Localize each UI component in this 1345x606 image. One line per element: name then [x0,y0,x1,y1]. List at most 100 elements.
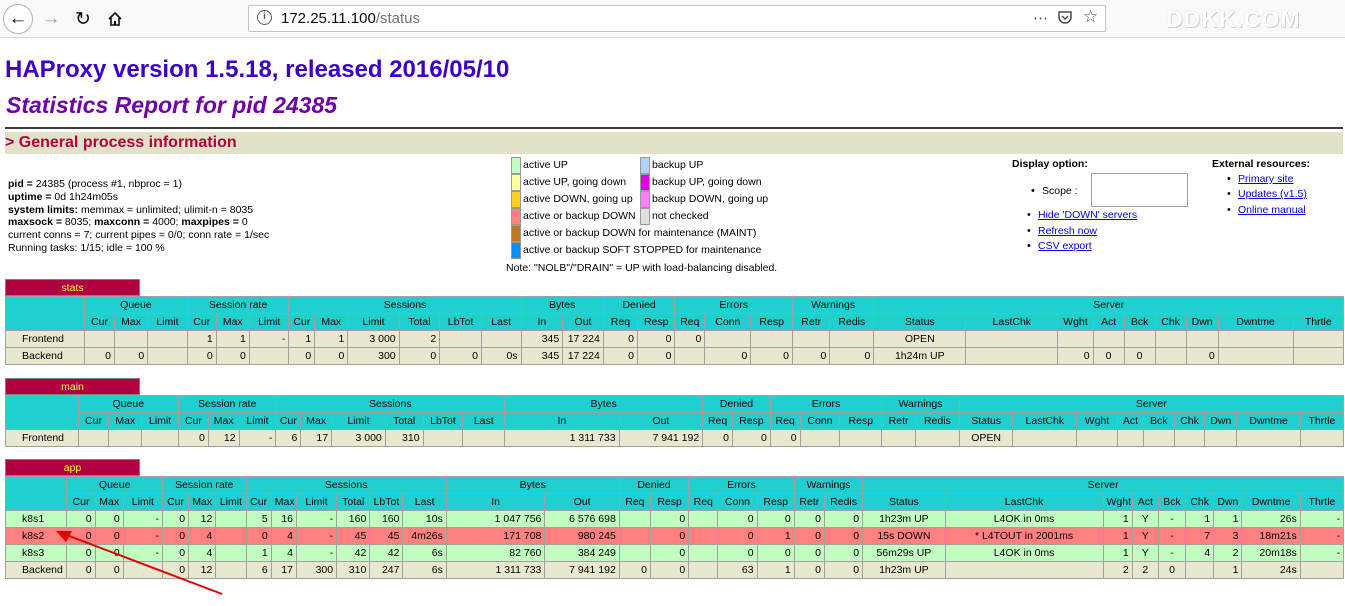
row-name[interactable]: Frontend [4,330,86,348]
info-icon[interactable]: i [257,10,272,25]
header-column: Dwntme [1241,493,1301,511]
header-column: Conn [704,313,752,331]
table-cell: 17 [270,561,297,579]
header-column: Chk [1173,412,1206,430]
header-column: Bck [1142,412,1175,430]
legend-label: active or backup DOWN for maintenance (M… [523,227,757,239]
row-name[interactable]: Frontend [5,429,79,447]
table-cell: 1 [756,527,795,545]
table-cell: 0 [161,527,190,545]
header-column: Out [562,313,604,331]
header-column: Retr [791,313,831,331]
header-column: Resp [839,412,883,430]
table-cell [688,510,719,528]
divider [5,127,1343,129]
table-cell [1123,330,1156,348]
maxsock-label: maxsock = [8,216,65,229]
table-cell [77,429,110,447]
updates-link[interactable]: Updates (v1.5) [1238,188,1307,200]
url-bar[interactable]: i 172.25.11.100/status ⋯ ☆ [248,5,1106,32]
header-name-cell [4,296,86,331]
header-column: Out [544,493,620,511]
legend-label: active or backup DOWN [523,210,636,222]
header-column: In [504,412,620,430]
table-row: Backend 0 0 0 12 6 17 300 310 247 6s 1 311 733 7 941… [4,561,1345,579]
table-cell: 2 [1213,544,1243,562]
scope-input[interactable] [1091,173,1188,207]
header-group: Denied [702,395,771,413]
proxy-name-stats[interactable]: stats [5,279,140,296]
table-cell: 160 [369,510,404,528]
table-cell: 0 [161,544,190,562]
table-cell: 0 [84,347,115,365]
row-name[interactable]: Backend [4,347,86,365]
row-name[interactable]: k8s3 [4,544,68,562]
table-cell: 0 [793,510,825,528]
table-cell: 0 [704,347,752,365]
table-cell: 2 [1131,561,1159,579]
table-cell [1185,561,1215,579]
pocket-icon[interactable] [1057,9,1073,29]
row-name[interactable]: k8s2 [4,527,68,545]
row-name[interactable]: Backend [4,561,68,579]
table-cell: 0 [793,527,825,545]
reload-button[interactable]: ↻ [68,4,98,34]
table-cell: 310 [384,429,424,447]
online-manual-link[interactable]: Online manual [1238,204,1306,216]
home-button[interactable] [100,4,130,34]
proxy-name-app[interactable]: app [5,459,140,476]
header-column: Conn [717,493,758,511]
header-column: Req [602,313,639,331]
table-cell [618,527,651,545]
header-column: Resp [750,313,793,331]
tasks-line: Running tasks: 1/15; idle = 100 % [8,241,165,254]
table-cell [147,347,188,365]
header-column: Status [873,313,967,331]
refresh-link[interactable]: Refresh now [1038,225,1097,237]
table-cell: 0 [717,544,758,562]
header-group: Bytes [504,395,704,413]
proxy-name-main[interactable]: main [5,378,140,395]
scope-label: Scope : [1031,185,1077,197]
table-cell: - [295,527,338,545]
forward-button[interactable]: → [36,4,66,34]
display-options: Display option: Scope : Hide 'DOWN' serv… [1012,158,1188,252]
header-column: Thrtle [1299,412,1344,430]
table-cell [914,429,960,447]
arrow-left-icon: ← [8,8,28,29]
header-column: Act [1116,412,1144,430]
header-column: Cur [84,313,115,331]
row-name[interactable]: k8s1 [4,510,68,528]
table-cell: 160 [336,510,371,528]
legend-swatch [511,242,521,259]
table-cell: 0 [186,347,217,365]
back-button[interactable]: ← [3,4,33,34]
header-column: Resp [756,493,795,511]
table-cell: 0 [618,561,651,579]
table-cell: 1 [756,561,795,579]
maxpipes-label: maxpipes = [181,216,242,229]
legend-swatch [640,208,650,225]
table-cell: 1 [1102,544,1133,562]
table-cell: 4 [1185,544,1215,562]
legend-label: active or backup SOFT STOPPED for mainte… [523,244,762,256]
header-column: Last [402,493,447,511]
header-column: Cur [77,412,110,430]
page-actions-icon[interactable]: ⋯ [1033,9,1048,27]
bookmark-star-icon[interactable]: ☆ [1083,7,1098,27]
header-group: Session rate [186,296,290,314]
table-cell: 4m26s [402,527,447,545]
uptime-value: 0d 1h24m05s [54,190,119,203]
hide-down-link[interactable]: Hide 'DOWN' servers [1038,209,1137,221]
header-column: Max [215,313,250,331]
csv-export-link[interactable]: CSV export [1038,240,1092,252]
uptime-label: uptime = [8,190,55,203]
table-cell: 0 [717,527,758,545]
header-column: Max [314,313,349,331]
legend-swatch [511,174,521,191]
table-cell: 0s [480,347,522,365]
primary-site-link[interactable]: Primary site [1238,173,1293,185]
header-column: LastChk [944,493,1104,511]
stats-page: HAProxy version 1.5.18, released 2016/05… [0,39,1345,606]
table-cell [1299,429,1344,447]
